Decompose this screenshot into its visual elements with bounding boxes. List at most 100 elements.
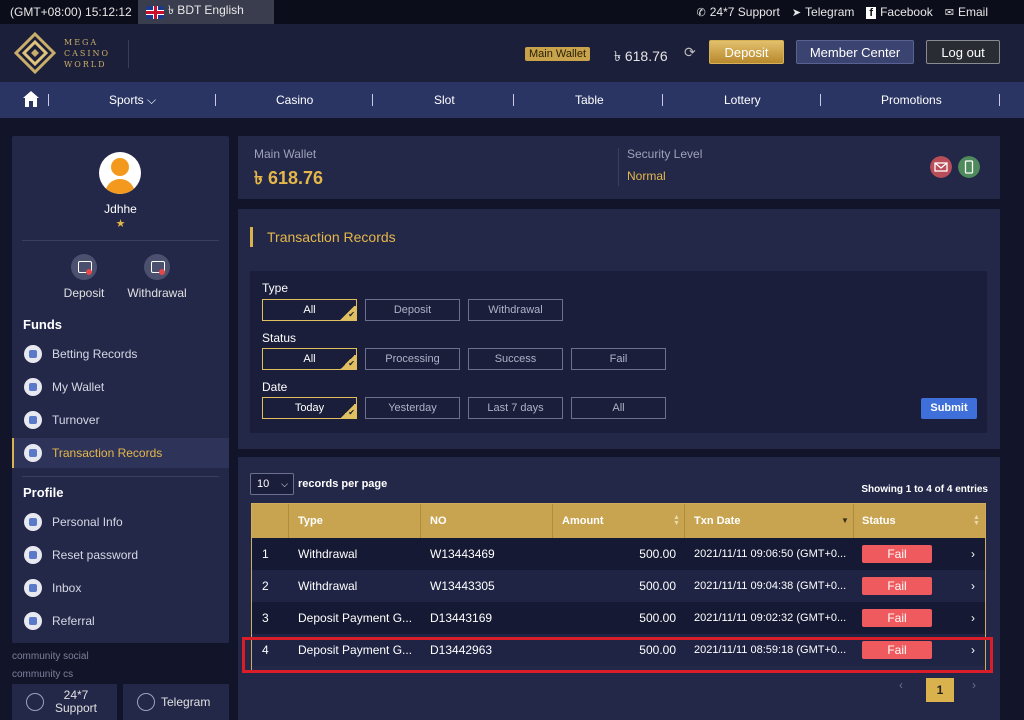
nav-divider xyxy=(48,94,49,106)
status-fail-chip[interactable]: Fail xyxy=(571,348,666,370)
date-yesterday-chip[interactable]: Yesterday xyxy=(365,397,460,419)
row-amount: 500.00 xyxy=(639,547,676,561)
telegram-link[interactable]: ➤ Telegram xyxy=(792,5,855,19)
chevron-right-icon[interactable]: › xyxy=(971,538,975,570)
records-table: Type NO Amount ▲ ▼ Txn Date ▼ Status ▲ ▼ 1… xyxy=(251,503,986,673)
sidebar-item-referral[interactable]: Referral xyxy=(12,606,229,636)
sidebar-item-reset-password[interactable]: Reset password xyxy=(12,540,229,570)
row-amount: 500.00 xyxy=(639,611,676,625)
username: Jdhhe xyxy=(104,202,137,216)
cs-support-button[interactable]: 24*7 Support xyxy=(12,684,117,720)
sort-desc-icon[interactable]: ▼ xyxy=(841,517,849,525)
table-row[interactable]: 2 Withdrawal W13443305 500.00 2021/11/11… xyxy=(252,570,985,602)
row-number: W13443305 xyxy=(430,579,495,593)
logo-text: MEGA CASINO WORLD xyxy=(64,37,110,70)
betting-records-icon xyxy=(24,345,42,363)
column-header-no[interactable]: NO xyxy=(430,504,447,538)
phone-verify-icon[interactable] xyxy=(958,156,980,178)
profile-section-title: Profile xyxy=(23,485,64,500)
language-selector[interactable]: ৳ BDT English xyxy=(138,0,274,24)
table-row[interactable]: 4 Deposit Payment G... D13442963 500.00 … xyxy=(252,634,985,666)
divider xyxy=(22,476,219,477)
deposit-button[interactable]: Deposit xyxy=(709,40,784,64)
main-wallet-tag: Main Wallet xyxy=(525,47,591,61)
sidebar-item-transaction-records[interactable]: Transaction Records xyxy=(12,438,229,468)
table-header: Type NO Amount ▲ ▼ Txn Date ▼ Status ▲ ▼ xyxy=(252,504,985,538)
pagination-next-button[interactable]: › xyxy=(972,678,976,692)
quick-deposit-button[interactable]: Deposit xyxy=(49,254,119,300)
sidebar-item-my-wallet[interactable]: My Wallet xyxy=(12,372,229,402)
table-row[interactable]: 1 Withdrawal W13443469 500.00 2021/11/11… xyxy=(252,538,985,570)
cs-telegram-button[interactable]: Telegram xyxy=(123,684,229,720)
email-link[interactable]: ✉ Email xyxy=(945,5,988,19)
header-wallet-amount: ৳ 618.76 xyxy=(614,48,668,64)
nav-divider xyxy=(372,94,373,106)
telegram-icon: ➤ xyxy=(791,7,802,19)
column-header-amount[interactable]: Amount xyxy=(562,504,604,538)
chevron-right-icon[interactable]: › xyxy=(971,602,975,634)
nav-divider xyxy=(662,94,663,106)
filter-panel: Type All Deposit Withdrawal Status All P… xyxy=(250,271,987,433)
sidebar-item-betting-records[interactable]: Betting Records xyxy=(12,339,229,369)
row-number: D13443169 xyxy=(430,611,493,625)
refresh-icon[interactable]: ⟳ xyxy=(684,44,696,61)
site-logo[interactable]: MEGA CASINO WORLD xyxy=(14,32,110,74)
top-bar: (GMT+08:00) 15:12:12 ৳ BDT English ✆ 24*7… xyxy=(0,0,1024,24)
chevron-right-icon[interactable]: › xyxy=(971,570,975,602)
nav-lottery[interactable]: Lottery xyxy=(724,93,761,107)
sort-icon[interactable]: ▲ ▼ xyxy=(673,514,680,527)
facebook-link[interactable]: f Facebook xyxy=(866,5,933,19)
home-icon[interactable] xyxy=(22,90,40,108)
type-deposit-chip[interactable]: Deposit xyxy=(365,299,460,321)
date-last-7-days-chip[interactable]: Last 7 days xyxy=(468,397,563,419)
date-today-chip[interactable]: Today xyxy=(262,397,357,419)
inbox-icon xyxy=(24,579,42,597)
row-index: 3 xyxy=(262,611,269,625)
divider xyxy=(618,148,619,186)
pagination-prev-button[interactable]: ‹ xyxy=(899,678,903,692)
sidebar-item-personal-info[interactable]: Personal Info xyxy=(12,507,229,537)
quick-withdrawal-label: Withdrawal xyxy=(127,286,187,300)
email-link-label: Email xyxy=(957,5,988,19)
turnover-icon xyxy=(24,411,42,429)
column-header-status[interactable]: Status xyxy=(862,504,896,538)
row-index: 4 xyxy=(262,643,269,657)
logo-line-1: MEGA xyxy=(64,37,99,47)
member-center-button[interactable]: Member Center xyxy=(796,40,914,64)
header-divider xyxy=(552,504,553,538)
status-processing-chip[interactable]: Processing xyxy=(365,348,460,370)
sidebar-item-turnover[interactable]: Turnover xyxy=(12,405,229,435)
logo-mark-icon xyxy=(14,32,56,74)
status-all-chip[interactable]: All xyxy=(262,348,357,370)
support-link[interactable]: ✆ 24*7 Support xyxy=(697,5,780,19)
main-wallet-label: Main Wallet xyxy=(254,147,317,161)
quick-withdrawal-button[interactable]: Withdrawal xyxy=(122,254,192,300)
type-withdrawal-chip[interactable]: Withdrawal xyxy=(468,299,563,321)
nav-table[interactable]: Table xyxy=(575,93,604,107)
wallet-summary-card: Main Wallet ৳ 618.76 Security Level Norm… xyxy=(238,136,1000,199)
header-divider xyxy=(420,504,421,538)
sort-icon[interactable]: ▲ ▼ xyxy=(973,514,980,527)
status-badge: Fail xyxy=(862,577,932,595)
email-verify-icon[interactable] xyxy=(930,156,952,178)
chevron-right-icon[interactable]: › xyxy=(971,634,975,666)
status-success-chip[interactable]: Success xyxy=(468,348,563,370)
table-row[interactable]: 3 Deposit Payment G... D13443169 500.00 … xyxy=(252,602,985,634)
submit-button[interactable]: Submit xyxy=(921,398,977,419)
records-per-page-select[interactable]: 10 ⌵ xyxy=(250,473,294,495)
column-header-type[interactable]: Type xyxy=(298,504,323,538)
nav-slot[interactable]: Slot xyxy=(434,93,455,107)
support-icon xyxy=(26,693,44,711)
nav-promotions[interactable]: Promotions xyxy=(881,93,942,107)
logout-button[interactable]: Log out xyxy=(926,40,1000,64)
date-all-chip[interactable]: All xyxy=(571,397,666,419)
sidebar-item-inbox[interactable]: Inbox xyxy=(12,573,229,603)
nav-casino[interactable]: Casino xyxy=(276,93,313,107)
pagination-page-1[interactable]: 1 xyxy=(926,678,954,702)
sidebar-item-label: Inbox xyxy=(52,581,82,595)
row-date: 2021/11/11 09:06:50 (GMT+0... xyxy=(694,548,847,560)
column-header-txn-date[interactable]: Txn Date xyxy=(694,504,740,538)
type-all-chip[interactable]: All xyxy=(262,299,357,321)
nav-sports[interactable]: Sports ⌵ xyxy=(109,93,156,108)
sidebar-item-label: Betting Records xyxy=(52,347,138,361)
